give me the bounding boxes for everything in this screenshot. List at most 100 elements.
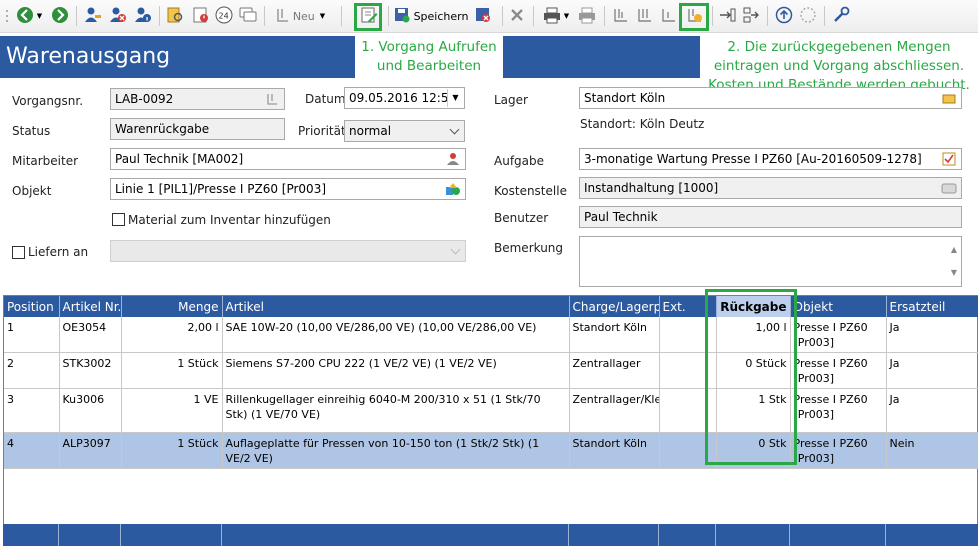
save-icon bbox=[394, 7, 410, 26]
forward-button[interactable] bbox=[49, 5, 71, 27]
save-close-button[interactable] bbox=[472, 5, 494, 27]
mitarbeiter-field[interactable]: Paul Technik [MA002] bbox=[110, 148, 466, 170]
datum-value: 09.05.2016 12:52 bbox=[349, 91, 457, 105]
mitarbeiter-label: Mitarbeiter bbox=[12, 154, 79, 168]
table-row[interactable]: 1 OE3054 2,00 l SAE 10W-20 (10,00 VE/286… bbox=[4, 317, 978, 353]
benutzer-label: Benutzer bbox=[494, 211, 549, 225]
search-document-button[interactable] bbox=[164, 5, 186, 27]
user-remove-icon bbox=[109, 6, 127, 27]
table-row[interactable]: 2 STK3002 1 Stück Siemens S7-200 CPU 222… bbox=[4, 352, 978, 389]
employee-picker-icon[interactable] bbox=[442, 150, 464, 168]
aufgabe-value: 3-monatige Wartung Presse I PZ60 [Au-201… bbox=[584, 152, 922, 166]
number-picker-icon[interactable] bbox=[261, 90, 283, 108]
annotation-step2-line2: eintragen und Vorgang abschliessen. bbox=[713, 58, 965, 74]
transfer-button[interactable] bbox=[716, 5, 738, 27]
upload-button[interactable] bbox=[773, 5, 795, 27]
print-button[interactable]: ▼ bbox=[539, 5, 573, 27]
printer-icon bbox=[543, 6, 561, 27]
page-title: Warenausgang bbox=[0, 36, 355, 78]
object-picker-icon[interactable] bbox=[442, 180, 464, 198]
status-value: Warenrückgabe bbox=[115, 122, 210, 136]
col-header-objekt[interactable]: Objekt bbox=[790, 296, 887, 317]
vorgangsnr-label: Vorgangsnr. bbox=[12, 94, 84, 108]
chevron-down-icon bbox=[449, 124, 460, 135]
cell-position: 4 bbox=[4, 432, 60, 469]
grid-footer bbox=[3, 524, 978, 546]
document-search-icon bbox=[166, 6, 184, 27]
print-preview-button[interactable] bbox=[576, 5, 598, 27]
cell-ersatzteil: Ja bbox=[886, 388, 978, 433]
user-info-button[interactable] bbox=[132, 5, 154, 27]
cell-artikel-nr: OE3054 bbox=[59, 317, 122, 353]
cell-charge: Zentrallager/Kleinteile bbox=[569, 388, 660, 433]
separator bbox=[604, 6, 605, 26]
status-button[interactable] bbox=[797, 5, 819, 27]
cell-position: 3 bbox=[4, 388, 60, 433]
chevron-down-icon: ▼ bbox=[563, 12, 570, 20]
stock-icon bbox=[636, 6, 654, 27]
book-return-button[interactable] bbox=[658, 5, 680, 27]
chat-bubble-icon bbox=[239, 6, 257, 27]
bemerkung-textarea[interactable]: ▲ ▼ bbox=[579, 236, 962, 287]
col-header-charge[interactable]: Charge/Lagerpl bbox=[569, 296, 660, 317]
cell-artikel: Rillenkugellager einreihig 6040-M 200/31… bbox=[222, 388, 570, 433]
cost-center-picker-icon[interactable] bbox=[938, 179, 960, 197]
transfer-icon bbox=[718, 6, 736, 27]
vorgangsnr-field[interactable]: LAB-0092 bbox=[110, 88, 285, 110]
cell-charge: Standort Köln bbox=[569, 432, 660, 469]
separator bbox=[264, 6, 265, 26]
warehouse-picker-icon[interactable] bbox=[938, 89, 960, 107]
separator bbox=[388, 6, 389, 26]
cell-menge: 1 VE bbox=[121, 388, 223, 433]
book-in-button[interactable] bbox=[610, 5, 632, 27]
separator bbox=[767, 6, 768, 26]
new-button[interactable]: Neu ▼ bbox=[269, 5, 331, 27]
user-info-icon bbox=[134, 6, 152, 27]
circle-dashed-icon bbox=[799, 6, 817, 27]
separator bbox=[712, 6, 713, 26]
calendar-dropdown-icon[interactable]: ▼ bbox=[447, 89, 463, 107]
cell-objekt: Presse I PZ60 [Pr003] bbox=[790, 432, 887, 469]
assign-user-button[interactable] bbox=[82, 5, 104, 27]
separator bbox=[502, 6, 503, 26]
material-checkbox[interactable] bbox=[112, 213, 125, 226]
col-header-position[interactable]: Position bbox=[4, 296, 60, 317]
book-out-button[interactable] bbox=[634, 5, 656, 27]
liefern-checkbox[interactable] bbox=[12, 246, 25, 259]
history-24-button[interactable]: 24 bbox=[213, 5, 235, 27]
scroll-down-icon[interactable]: ▼ bbox=[951, 263, 957, 283]
aufgabe-field[interactable]: 3-monatige Wartung Presse I PZ60 [Au-201… bbox=[579, 148, 962, 170]
status-label: Status bbox=[12, 124, 51, 138]
col-header-artikel-nr[interactable]: Artikel Nr. bbox=[59, 296, 122, 317]
datum-field[interactable]: 09.05.2016 12:52 ▼ bbox=[344, 87, 465, 109]
scroll-up-icon[interactable]: ▲ bbox=[951, 240, 957, 260]
delete-button[interactable] bbox=[506, 5, 528, 27]
col-header-ersatzteil[interactable]: Ersatzteil bbox=[886, 296, 978, 317]
clipboard-alert-button[interactable] bbox=[189, 5, 211, 27]
col-header-menge[interactable]: Menge bbox=[121, 296, 223, 317]
liefern-select bbox=[110, 240, 466, 262]
transfer-all-button[interactable] bbox=[740, 5, 762, 27]
back-button[interactable]: ▼ bbox=[13, 5, 45, 27]
highlight-rueckgabe-column bbox=[705, 289, 797, 465]
prioritaet-select[interactable]: normal bbox=[344, 120, 465, 142]
lager-field[interactable]: Standort Köln bbox=[579, 87, 962, 109]
mitarbeiter-value: Paul Technik [MA002] bbox=[115, 152, 244, 166]
col-header-artikel[interactable]: Artikel bbox=[222, 296, 570, 317]
save-button[interactable]: Speichern bbox=[394, 5, 468, 27]
cell-artikel: Siemens S7-200 CPU 222 (1 VE/2 VE) (1 VE… bbox=[222, 352, 570, 389]
kostenstelle-field[interactable]: Instandhaltung [1000] bbox=[579, 177, 962, 199]
task-picker-icon[interactable] bbox=[938, 150, 960, 168]
remove-user-button[interactable] bbox=[107, 5, 129, 27]
comments-button[interactable] bbox=[237, 5, 259, 27]
table-row[interactable]: 3 Ku3006 1 VE Rillenkugellager einreihig… bbox=[4, 388, 978, 433]
prioritaet-label: Priorität bbox=[298, 124, 346, 138]
benutzer-field: Paul Technik bbox=[579, 206, 962, 228]
table-row-selected[interactable]: 4 ALP3097 1 Stück Auflageplatte für Pres… bbox=[4, 432, 978, 469]
tools-button[interactable] bbox=[830, 5, 852, 27]
wrench-icon bbox=[832, 6, 850, 27]
objekt-field[interactable]: Linie 1 [PIL1]/Presse I PZ60 [Pr003] bbox=[110, 178, 466, 200]
cell-menge: 2,00 l bbox=[121, 317, 223, 353]
datum-label: Datum bbox=[305, 92, 346, 106]
chevron-down-icon: ▼ bbox=[36, 12, 43, 20]
